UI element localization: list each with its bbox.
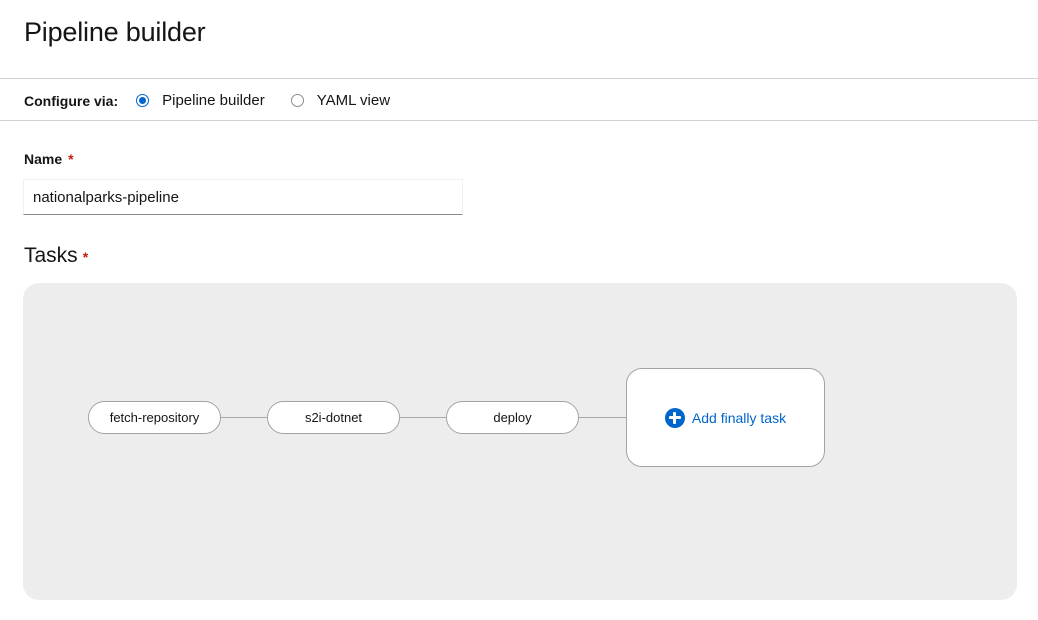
name-label-text: Name [24, 151, 63, 167]
add-finally-task-label: Add finally task [691, 409, 787, 426]
page-title: Pipeline builder [24, 17, 206, 47]
radio-yaml-view-input[interactable] [290, 93, 304, 107]
radio-pipeline-builder-label: Pipeline builder [162, 91, 265, 109]
radio-yaml-view[interactable]: YAML view [290, 91, 391, 109]
required-marker: * [68, 151, 74, 167]
tasks-heading: Tasks * [24, 244, 88, 268]
divider-bottom [0, 120, 1038, 121]
radio-yaml-view-label: YAML view [316, 91, 391, 109]
radio-pipeline-builder[interactable]: Pipeline builder [136, 92, 265, 109]
connector-edge [399, 417, 447, 418]
connector-edge [578, 417, 626, 418]
tasks-heading-text: Tasks [24, 244, 78, 267]
connector-edge [220, 417, 268, 418]
task-node-deploy[interactable]: deploy [446, 401, 579, 434]
name-field[interactable] [23, 179, 463, 215]
divider-top [0, 78, 1038, 79]
task-node-s2i-dotnet[interactable]: s2i-dotnet [267, 401, 400, 434]
pipeline-canvas: fetch-repository s2i-dotnet deploy Add f… [23, 283, 1017, 600]
add-finally-task-button[interactable]: Add finally task [626, 368, 825, 467]
radio-pipeline-builder-input[interactable] [136, 93, 150, 107]
plus-circle-icon [664, 407, 685, 428]
task-node-fetch-repository[interactable]: fetch-repository [88, 401, 221, 434]
configure-via-label: Configure via: [24, 93, 119, 109]
name-field-label: Name * [24, 151, 74, 167]
tasks-required-marker: * [82, 249, 89, 265]
configure-via-group: Configure via: Pipeline builder YAML vie… [24, 90, 416, 110]
